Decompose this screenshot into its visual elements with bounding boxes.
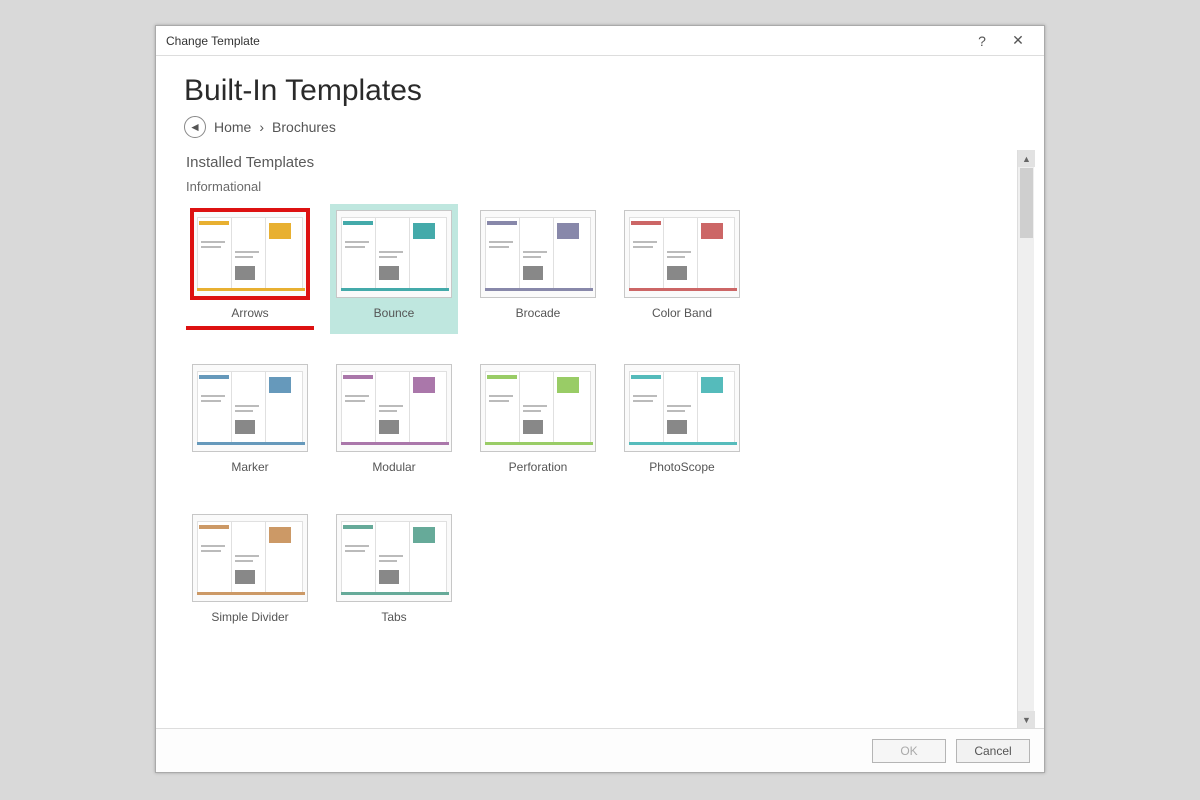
template-thumbnail	[480, 364, 596, 452]
template-label: Simple Divider	[211, 610, 288, 634]
template-tile[interactable]: Brocade	[474, 204, 602, 334]
template-tile[interactable]: Bounce	[330, 204, 458, 334]
cancel-button[interactable]: Cancel	[956, 739, 1030, 763]
close-button[interactable]: ✕	[1000, 29, 1036, 53]
template-thumbnail	[336, 364, 452, 452]
dialog-heading: Built-In Templates	[156, 56, 1044, 116]
back-arrow-icon: ◄	[189, 120, 201, 134]
template-label: PhotoScope	[649, 460, 714, 484]
template-thumbnail	[624, 364, 740, 452]
template-list: Installed Templates Informational Arrows…	[184, 150, 1011, 728]
ok-button[interactable]: OK	[872, 739, 946, 763]
template-tile[interactable]: Marker	[186, 358, 314, 484]
template-tile[interactable]: Color Band	[618, 204, 746, 334]
template-tile[interactable]: Simple Divider	[186, 508, 314, 634]
breadcrumb-separator-icon: ›	[259, 119, 264, 135]
template-tile[interactable]: Modular	[330, 358, 458, 484]
template-grid: Arrows Bounce Brocade Color Band Marker Modul…	[184, 204, 1011, 634]
template-thumbnail	[480, 210, 596, 298]
template-thumbnail	[336, 514, 452, 602]
dialog-footer: OK Cancel	[156, 728, 1044, 772]
template-tile[interactable]: PhotoScope	[618, 358, 746, 484]
template-thumbnail	[192, 514, 308, 602]
help-button[interactable]: ?	[964, 29, 1000, 53]
breadcrumb-current: Brochures	[272, 119, 336, 135]
breadcrumb: ◄ Home › Brochures	[156, 116, 1044, 150]
scroll-down-button[interactable]: ▼	[1018, 711, 1035, 728]
template-label: Bounce	[374, 306, 415, 330]
template-thumbnail	[192, 364, 308, 452]
template-tile[interactable]: Arrows	[186, 204, 314, 334]
change-template-dialog: Change Template ? ✕ Built-In Templates ◄…	[155, 25, 1045, 773]
scrollbar[interactable]: ▲ ▼	[1017, 150, 1034, 728]
scroll-handle[interactable]	[1020, 168, 1033, 238]
template-label: Perforation	[509, 460, 568, 484]
template-tile[interactable]: Tabs	[330, 508, 458, 634]
content-area: Installed Templates Informational Arrows…	[156, 150, 1044, 728]
titlebar: Change Template ? ✕	[156, 26, 1044, 56]
template-label: Marker	[231, 460, 268, 484]
template-label: Modular	[372, 460, 415, 484]
template-tile[interactable]: Perforation	[474, 358, 602, 484]
breadcrumb-home[interactable]: Home	[214, 119, 251, 135]
template-label: Tabs	[381, 610, 406, 634]
template-label: Color Band	[652, 306, 712, 330]
window-title: Change Template	[166, 34, 964, 48]
template-thumbnail	[336, 210, 452, 298]
subsection-title: Informational	[184, 179, 1011, 204]
section-title: Installed Templates	[184, 150, 1011, 179]
close-icon: ✕	[1012, 32, 1024, 49]
template-label: Arrows	[186, 306, 314, 330]
template-label: Brocade	[516, 306, 561, 330]
back-button[interactable]: ◄	[184, 116, 206, 138]
scroll-up-button[interactable]: ▲	[1018, 150, 1035, 167]
template-thumbnail	[192, 210, 308, 298]
template-thumbnail	[624, 210, 740, 298]
